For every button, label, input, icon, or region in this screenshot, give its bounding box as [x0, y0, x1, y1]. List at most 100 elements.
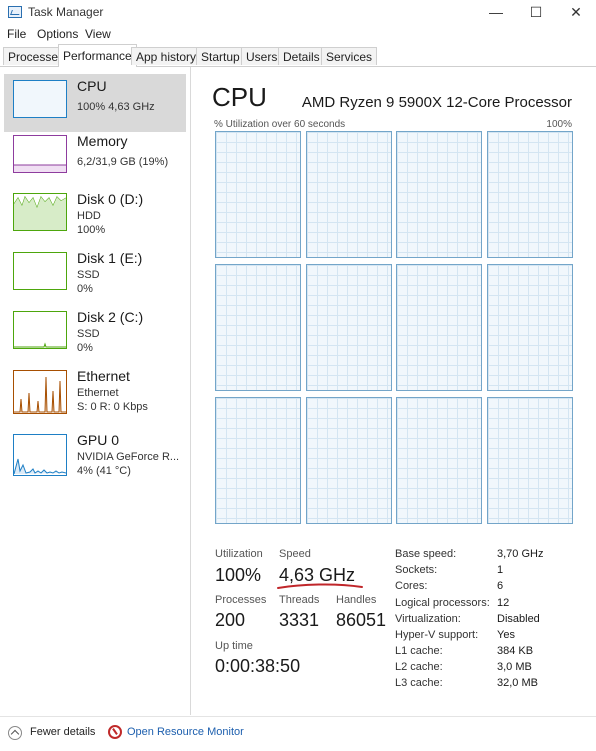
chevron-up-icon[interactable]	[8, 726, 22, 740]
sidebar-item-label: Disk 1 (E:)	[77, 250, 143, 266]
tab-startup[interactable]: Startup	[196, 47, 245, 65]
tab-details[interactable]: Details	[278, 47, 325, 65]
resource-sidebar: CPU 100% 4,63 GHz Memory 6,2/31,9 GB (19…	[0, 67, 191, 715]
uptime-label: Up time	[215, 640, 253, 652]
utilization-value: 100%	[215, 565, 262, 585]
logical-processor-graph	[306, 397, 392, 524]
minimize-button[interactable]: —	[476, 0, 516, 26]
hyper-v-support-value: Yes	[497, 629, 515, 641]
base-speed-label: Base speed:	[395, 548, 457, 560]
cores-label: Cores:	[395, 580, 428, 592]
sidebar-item-disk-0[interactable]: Disk 0 (D:) HDD 100%	[4, 187, 186, 245]
graph-max-label: 100%	[546, 119, 572, 130]
l3-cache-value: 32,0 MB	[497, 677, 538, 689]
utilization-label: Utilization	[215, 548, 263, 560]
sockets-label: Sockets:	[395, 564, 438, 576]
handles-value: 86051	[336, 610, 387, 630]
tab-bar: Processes Performance App history Startu…	[0, 44, 596, 67]
sockets-value: 1	[497, 564, 504, 576]
gpu-thumbnail-graph	[13, 434, 67, 476]
menu-file[interactable]: File	[7, 27, 26, 41]
sidebar-item-ethernet[interactable]: Ethernet Ethernet S: 0 R: 0 Kbps	[4, 364, 186, 422]
logical-processor-graph	[396, 264, 482, 391]
disk-2-thumbnail-graph	[13, 311, 67, 349]
menu-view[interactable]: View	[85, 27, 111, 41]
menu-bar: File Options View	[0, 26, 596, 44]
tab-performance[interactable]: Performance	[58, 44, 137, 67]
sidebar-item-label: Disk 0 (D:)	[77, 191, 144, 207]
close-button[interactable]: ✕	[556, 0, 596, 26]
sidebar-item-detail: 6,2/31,9 GB (19%)	[77, 156, 169, 168]
logical-processor-graph	[396, 397, 482, 524]
cpu-model-name: AMD Ryzen 9 5900X 12-Core Processor	[301, 94, 572, 111]
sidebar-item-detail: 0%	[77, 342, 93, 354]
logical-processors-label: Logical processors:	[395, 597, 490, 609]
sidebar-item-label: Ethernet	[77, 368, 130, 384]
graph-caption: % Utilization over 60 seconds	[214, 119, 346, 130]
logical-processor-graphs	[215, 131, 573, 524]
task-manager-icon	[8, 6, 22, 18]
threads-label: Threads	[279, 594, 320, 606]
l1-cache-label: L1 cache:	[395, 645, 443, 657]
logical-processor-graph	[306, 264, 392, 391]
sidebar-item-cpu[interactable]: CPU 100% 4,63 GHz	[4, 74, 186, 132]
title-bar: Task Manager — ☐ ✕	[0, 0, 596, 26]
speed-underline-annotation	[277, 583, 363, 589]
tab-users[interactable]: Users	[241, 47, 283, 65]
speed-label: Speed	[279, 548, 311, 560]
logical-processor-graph	[396, 131, 482, 258]
sidebar-item-label: Memory	[77, 133, 128, 149]
cores-value: 6	[497, 580, 504, 592]
tab-services[interactable]: Services	[321, 47, 378, 65]
cpu-thumbnail-graph	[13, 80, 67, 118]
sidebar-item-label: CPU	[77, 78, 107, 94]
disk-0-thumbnail-graph	[13, 193, 67, 231]
logical-processor-graph	[487, 131, 573, 258]
tab-app-history[interactable]: App history	[131, 47, 202, 65]
l1-cache-value: 384 KB	[497, 645, 534, 657]
base-speed-value: 3,70 GHz	[497, 548, 544, 560]
menu-options[interactable]: Options	[37, 27, 78, 41]
handles-label: Handles	[336, 594, 377, 606]
sidebar-item-type: SSD	[77, 328, 100, 340]
logical-processors-value: 12	[497, 597, 510, 609]
virtualization-label: Virtualization:	[395, 613, 461, 625]
processes-label: Processes	[215, 594, 267, 606]
logical-processor-graph	[487, 264, 573, 391]
sidebar-item-detail: 0%	[77, 283, 93, 295]
logical-processor-graph	[306, 131, 392, 258]
sidebar-item-adapter: Ethernet	[77, 387, 119, 399]
memory-thumbnail-graph	[13, 135, 67, 173]
threads-value: 3331	[279, 610, 320, 630]
sidebar-item-label: Disk 2 (C:)	[77, 309, 144, 325]
processes-value: 200	[215, 610, 246, 630]
sidebar-item-type: SSD	[77, 269, 100, 281]
sidebar-item-disk-1[interactable]: Disk 1 (E:) SSD 0%	[4, 246, 186, 304]
sidebar-item-detail: 100% 4,63 GHz	[77, 101, 155, 113]
open-resource-monitor-link[interactable]: Open Resource Monitor	[127, 726, 244, 738]
maximize-button[interactable]: ☐	[516, 0, 556, 26]
window-title: Task Manager	[28, 5, 104, 19]
footer-bar: Fewer details Open Resource Monitor	[0, 716, 596, 751]
l2-cache-label: L2 cache:	[395, 661, 443, 673]
virtualization-value: Disabled	[497, 613, 540, 625]
sidebar-item-memory[interactable]: Memory 6,2/31,9 GB (19%)	[4, 129, 186, 187]
sidebar-item-detail: S: 0 R: 0 Kbps	[77, 401, 148, 413]
hyper-v-support-label: Hyper-V support:	[395, 629, 479, 641]
sidebar-item-detail: 4% (41 °C)	[77, 465, 131, 477]
l3-cache-label: L3 cache:	[395, 677, 443, 689]
sidebar-item-gpu-0[interactable]: GPU 0 NVIDIA GeForce R... 4% (41 °C)	[4, 428, 186, 486]
sidebar-item-label: GPU 0	[77, 432, 120, 448]
ethernet-thumbnail-graph	[13, 370, 67, 414]
resource-monitor-icon[interactable]	[108, 725, 122, 739]
sidebar-item-disk-2[interactable]: Disk 2 (C:) SSD 0%	[4, 305, 186, 363]
logical-processor-graph	[215, 264, 301, 391]
sidebar-item-detail: 100%	[77, 224, 106, 236]
fewer-details-link[interactable]: Fewer details	[30, 726, 95, 738]
disk-1-thumbnail-graph	[13, 252, 67, 290]
page-title: CPU	[212, 82, 267, 112]
sidebar-item-model: NVIDIA GeForce R...	[77, 451, 180, 463]
logical-processor-graph	[215, 397, 301, 524]
logical-processor-graph	[487, 397, 573, 524]
uptime-value: 0:00:38:50	[215, 656, 301, 676]
